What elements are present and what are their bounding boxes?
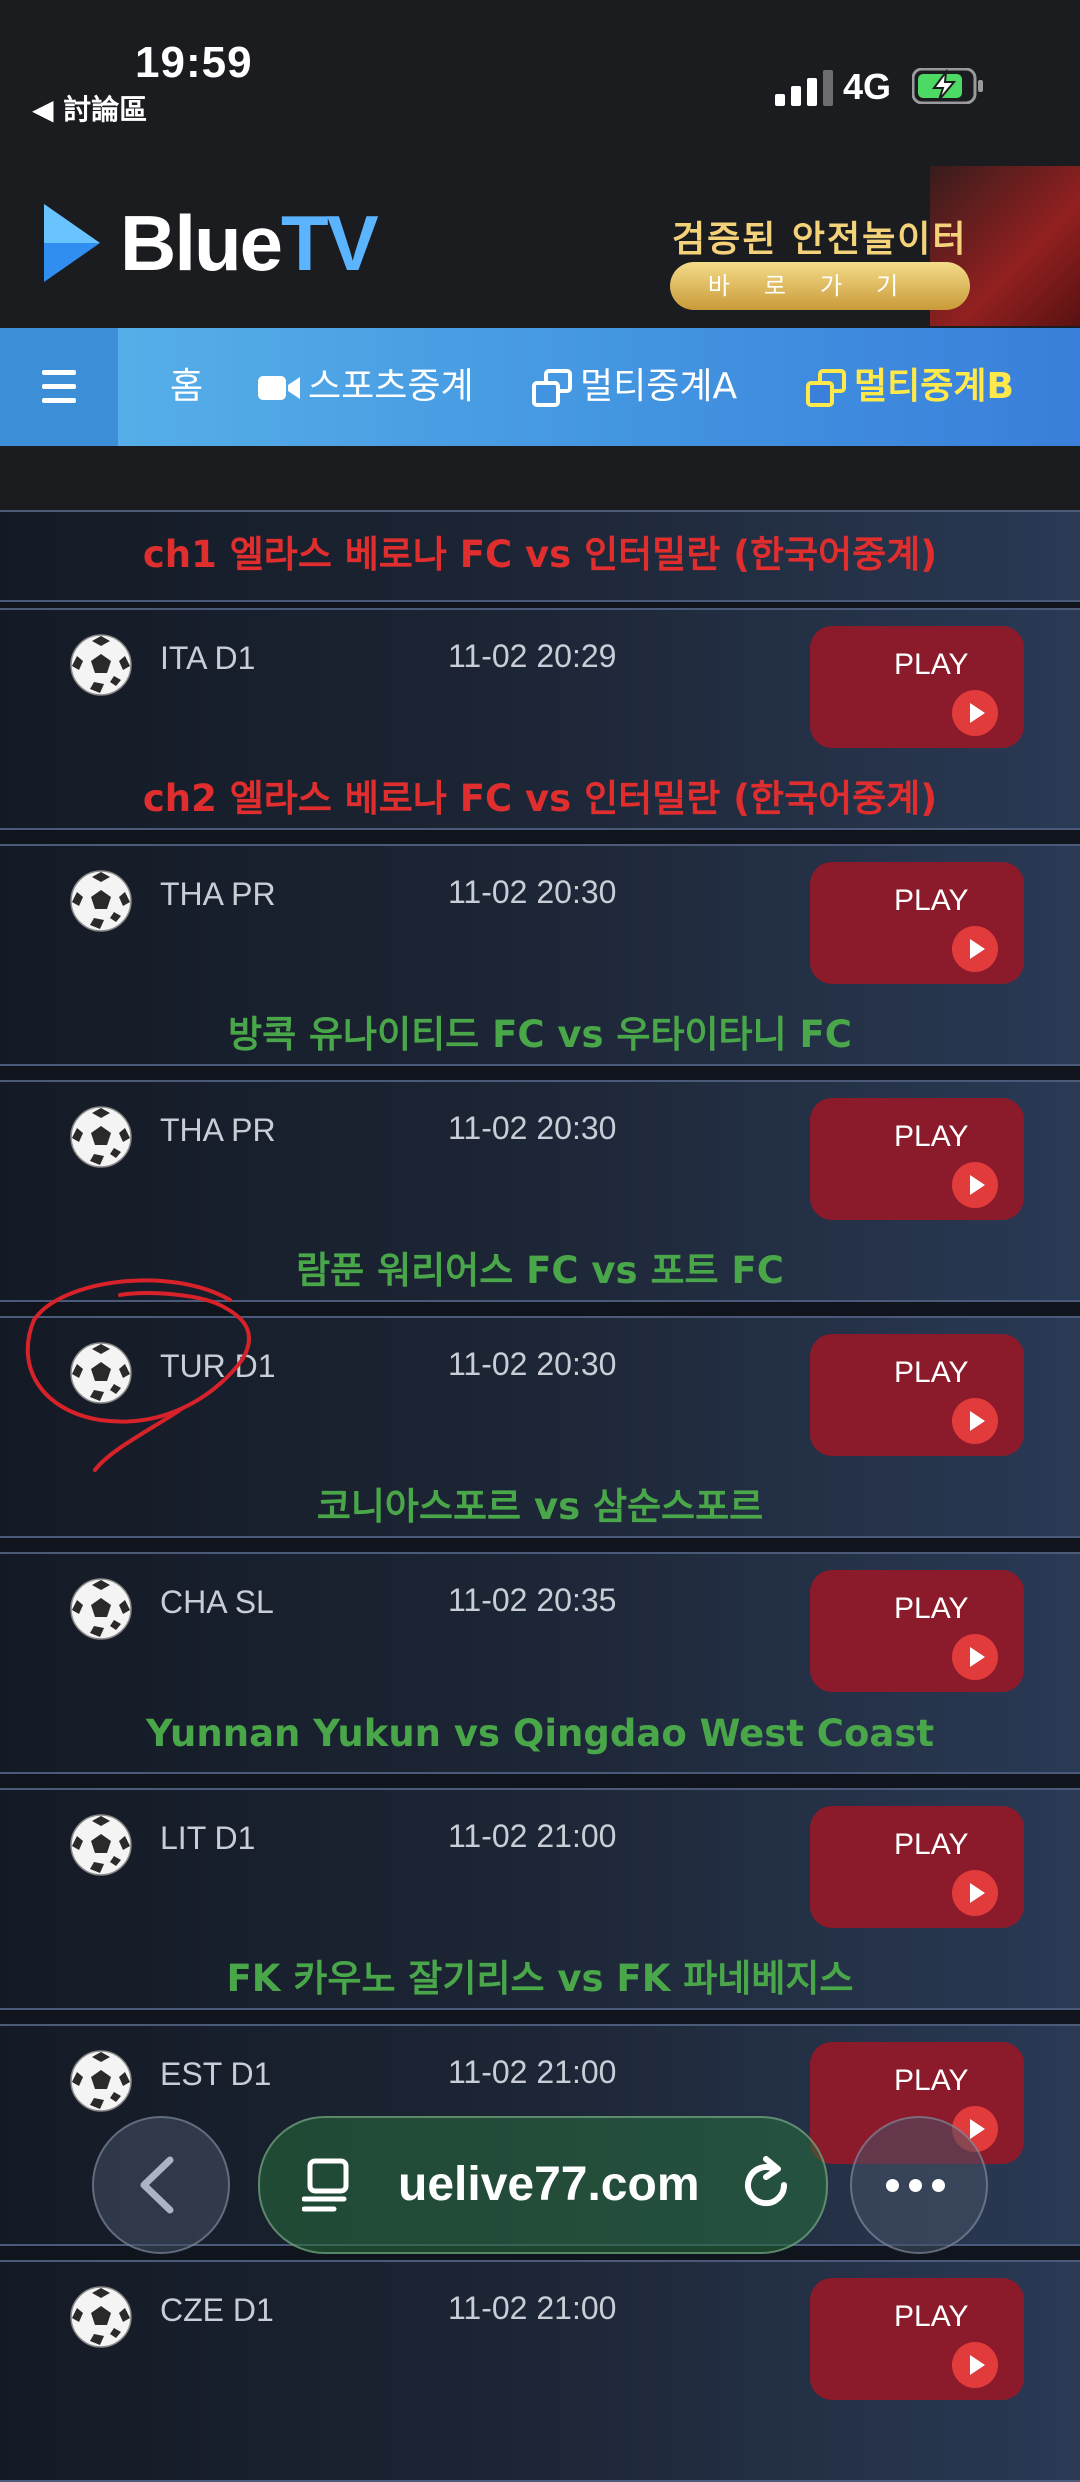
play-label: PLAY <box>894 1592 969 1625</box>
league-label: CHA SL <box>160 1584 274 1620</box>
hamburger-menu-button[interactable] <box>0 328 118 446</box>
network-type: 4G <box>843 66 892 107</box>
nav-item-multi-b[interactable]: 멀티중계B <box>806 328 1014 446</box>
league-label: TUR D1 <box>160 1348 276 1384</box>
play-button[interactable]: PLAY <box>810 862 1024 984</box>
tabs-icon <box>302 2158 349 2212</box>
soccer-ball-icon <box>70 2286 132 2348</box>
play-button[interactable]: PLAY <box>810 626 1024 748</box>
soccer-ball-icon <box>70 2050 132 2112</box>
league-label: EST D1 <box>160 2056 272 2092</box>
play-label: PLAY <box>894 648 969 681</box>
browser-url: uelive77.com <box>398 2158 700 2211</box>
match-datetime: 11-02 21:00 <box>448 2290 617 2326</box>
match-row[interactable]: ch1 엘라스 베로나 FC vs 인터밀란 (한국어중계) <box>0 510 1080 602</box>
play-label: PLAY <box>894 884 969 917</box>
play-button[interactable]: PLAY <box>810 1098 1024 1220</box>
match-row[interactable]: CZE D1 11-02 21:00 PLAY <box>0 2260 1080 2482</box>
site-header: BlueTV 검증된 안전놀이터 바로가기 <box>0 150 1080 328</box>
play-icon <box>952 1398 998 1444</box>
bluetv-logo[interactable]: BlueTV <box>40 198 400 288</box>
soccer-ball-icon <box>70 1814 132 1876</box>
match-title: ch2 엘라스 베로나 FC vs 인터밀란 (한국어중계) <box>142 777 938 820</box>
promo-title: 검증된 안전놀이터 <box>672 219 968 260</box>
play-button[interactable]: PLAY <box>810 2278 1024 2400</box>
browser-address-bar[interactable]: uelive77.com <box>258 2116 828 2254</box>
play-icon <box>952 926 998 972</box>
match-title: ch1 엘라스 베로나 FC vs 인터밀란 (한국어중계) <box>142 533 938 576</box>
promo-banner[interactable]: 검증된 안전놀이터 바로가기 <box>640 166 1080 326</box>
play-icon <box>952 2342 998 2388</box>
league-label: THA PR <box>160 876 276 912</box>
back-to-app-link[interactable]: ◀ 討論區 <box>32 88 147 128</box>
match-datetime: 11-02 20:35 <box>448 1582 617 1618</box>
video-camera-icon <box>258 376 300 400</box>
match-datetime: 11-02 20:30 <box>448 1346 617 1382</box>
match-row[interactable]: THA PR 11-02 20:30 PLAY 람푼 워리어스 FC vs 포트… <box>0 1080 1080 1302</box>
match-title: Yunnan Yukun vs Qingdao West Coast <box>145 1712 935 1755</box>
soccer-ball-icon <box>70 870 132 932</box>
nav-item-sports[interactable]: 스포츠중계 <box>258 328 474 446</box>
match-title: 방콕 유나이티드 FC vs 우타이타니 FC <box>228 1013 852 1056</box>
match-row[interactable]: TUR D1 11-02 20:30 PLAY 코니아스포르 vs 삼순스포르 <box>0 1316 1080 1538</box>
nav-item-home[interactable]: 홈 <box>170 328 203 446</box>
battery-charging-icon <box>912 68 983 104</box>
league-label: LIT D1 <box>160 1820 256 1856</box>
play-icon <box>952 1162 998 1208</box>
play-label: PLAY <box>894 1356 969 1389</box>
match-title: FK 카우노 잘기리스 vs FK 파네베지스 <box>226 1957 854 2000</box>
soccer-ball-icon <box>70 1342 132 1404</box>
signal-icon <box>775 70 833 106</box>
play-icon <box>952 1634 998 1680</box>
play-logo-icon <box>44 204 100 282</box>
match-row[interactable]: CHA SL 11-02 20:35 PLAY Yunnan Yukun vs … <box>0 1552 1080 1774</box>
match-title: 코니아스포르 vs 삼순스포르 <box>316 1485 764 1528</box>
match-datetime: 11-02 20:29 <box>448 638 617 674</box>
logo-text: BlueTV <box>120 199 379 287</box>
multi-window-icon <box>806 369 846 407</box>
soccer-ball-icon <box>70 634 132 696</box>
browser-back-button[interactable] <box>92 2116 230 2254</box>
play-label: PLAY <box>894 1828 969 1861</box>
league-label: THA PR <box>160 1112 276 1148</box>
nav-item-multi-a[interactable]: 멀티중계A <box>532 328 737 446</box>
browser-toolbar: uelive77.com <box>0 2110 1080 2270</box>
play-icon <box>952 1870 998 1916</box>
match-row[interactable]: LIT D1 11-02 21:00 PLAY FK 카우노 잘기리스 vs F… <box>0 1788 1080 2010</box>
match-datetime: 11-02 20:30 <box>448 1110 617 1146</box>
browser-more-button[interactable] <box>850 2116 988 2254</box>
match-datetime: 11-02 21:00 <box>448 1818 617 1854</box>
play-label: PLAY <box>894 2300 969 2333</box>
header-spacer <box>0 446 1080 510</box>
status-bar: 19:59 ◀ 討論區 4G <box>0 0 1080 150</box>
chevron-left-icon <box>140 2156 174 2214</box>
play-button[interactable]: PLAY <box>810 1334 1024 1456</box>
match-datetime: 11-02 20:30 <box>448 874 617 910</box>
more-dots-icon <box>886 2179 955 2197</box>
match-row[interactable]: ITA D1 11-02 20:29 PLAY ch2 엘라스 베로나 FC v… <box>0 608 1080 830</box>
status-time: 19:59 <box>135 38 253 87</box>
match-title: 람푼 워리어스 FC vs 포트 FC <box>296 1249 784 1292</box>
soccer-ball-icon <box>70 1578 132 1640</box>
main-nav: 홈 스포츠중계 멀티중계A 멀티중계B <box>0 328 1080 446</box>
league-label: ITA D1 <box>160 640 256 676</box>
soccer-ball-icon <box>70 1106 132 1168</box>
play-icon <box>952 690 998 736</box>
multi-window-icon <box>532 369 572 407</box>
play-label: PLAY <box>894 2064 969 2097</box>
play-label: PLAY <box>894 1120 969 1153</box>
league-label: CZE D1 <box>160 2292 274 2328</box>
promo-go-button[interactable]: 바로가기 <box>670 262 970 310</box>
play-button[interactable]: PLAY <box>810 1570 1024 1692</box>
play-button[interactable]: PLAY <box>810 1806 1024 1928</box>
reload-icon[interactable] <box>736 2155 796 2215</box>
match-row[interactable]: THA PR 11-02 20:30 PLAY 방콕 유나이티드 FC vs 우… <box>0 844 1080 1066</box>
match-datetime: 11-02 21:00 <box>448 2054 617 2090</box>
